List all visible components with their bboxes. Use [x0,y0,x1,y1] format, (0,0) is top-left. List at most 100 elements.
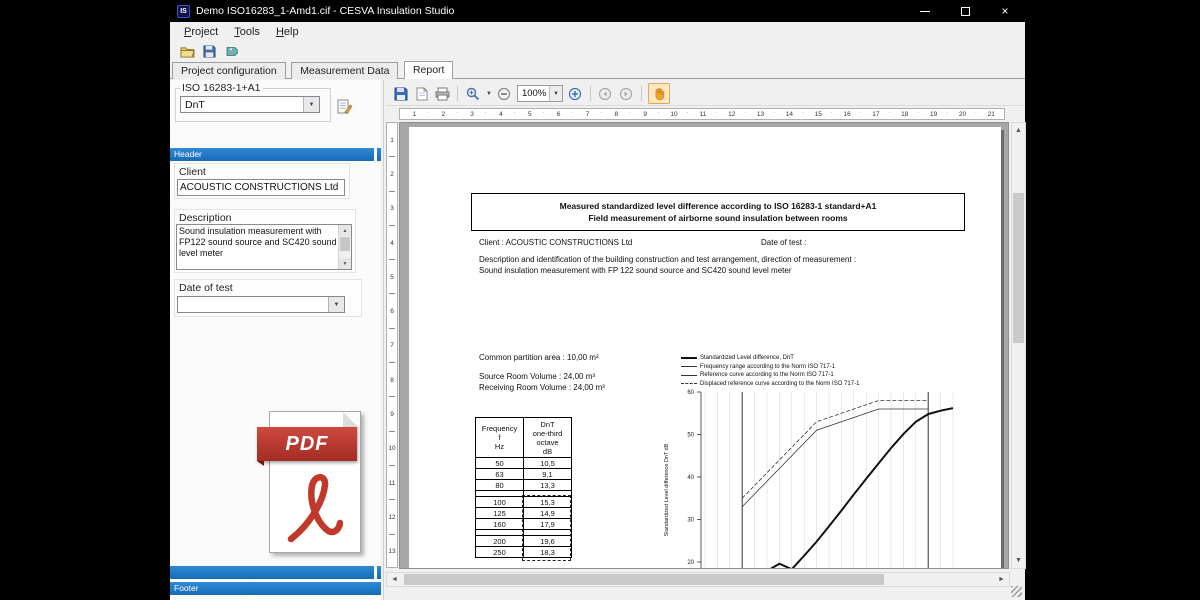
ruler-mark: ·11 [688,109,717,119]
scroll-up-icon[interactable]: ▲ [1012,123,1025,138]
report-description-line1: Description and identification of the bu… [479,255,856,264]
ruler-mark: 2 [387,157,397,191]
nav-back-button[interactable] [597,85,614,102]
magnitude-select[interactable]: DnT ▼ [180,96,320,113]
header-section-bar[interactable]: Header [170,148,374,161]
ruler-mark: ·7 [573,109,602,119]
open-project-button[interactable] [179,44,195,59]
table-header-frequency: Frequency f Hz [476,418,524,458]
header-bar-handle[interactable] [377,148,381,161]
footer-section-bar[interactable]: Footer [170,582,381,595]
export-tag-button[interactable] [223,44,239,59]
ruler-mark: 4 [387,226,397,260]
title-bar[interactable]: IS Demo ISO16283_1-Amd1.cif - CESVA Insu… [170,0,1025,22]
scroll-up-icon[interactable]: ▲ [339,225,351,236]
legend-label: Standardized Level difference, DnT [700,355,794,361]
nav-forward-button[interactable] [618,85,635,102]
zoom-in-icon [568,87,582,101]
report-source-volume: Source Room Volume : 24,00 m³ [479,372,595,381]
close-button[interactable]: × [985,0,1025,22]
preview-viewport[interactable]: Measured standardized level difference a… [399,122,1009,569]
scroll-thumb[interactable] [1013,193,1024,343]
ruler-mark: 9 [387,397,397,431]
description-input[interactable]: Sound insulation measurement with FP122 … [176,224,352,270]
ruler-mark: 10 [387,432,397,466]
ruler-mark: ·18 [890,109,919,119]
app-window: IS Demo ISO16283_1-Amd1.cif - CESVA Insu… [170,0,1025,600]
ruler-mark: ·21 [977,109,1005,119]
legend-item: Frequency range according to the Norm IS… [681,363,859,372]
collapsed-bar-handle[interactable] [377,566,381,579]
minimize-icon [920,11,930,12]
minimize-button[interactable] [905,0,945,22]
svg-text:30: 30 [687,518,694,524]
standard-groupbox: ISO 16283-1+A1 DnT ▼ [175,82,331,122]
report-receiving-volume: Receiving Room Volume : 24,00 m³ [479,383,605,392]
table-row: 5010,5 [476,458,572,469]
print-icon [435,87,450,101]
ruler-mark: 5 [387,260,397,294]
zoom-level-value: 100% [522,88,546,99]
menu-help[interactable]: Help [268,24,307,40]
menu-project[interactable]: Project [176,24,226,40]
save-project-button[interactable] [201,44,217,59]
chart-series [742,401,928,499]
client-input[interactable] [177,179,345,196]
collapsed-section-bar[interactable] [170,566,374,579]
ruler-mark: 11 [387,466,397,500]
footer-section-label: Footer [174,583,199,593]
acrobat-logo-icon [283,469,343,545]
zoom-tool-button[interactable] [464,85,481,102]
zoom-in-button[interactable] [567,85,584,102]
tab-measurement-data[interactable]: Measurement Data [291,62,398,79]
menu-tools[interactable]: Tools [226,24,268,40]
scroll-thumb[interactable] [404,574,884,585]
zoom-out-button[interactable] [496,85,513,102]
print-button[interactable] [434,85,451,102]
report-options-button[interactable] [336,98,354,115]
hand-tool-button[interactable] [648,83,670,104]
chevron-down-icon[interactable]: ▼ [486,91,492,97]
ruler-mark: ·3 [458,109,487,119]
pdf-export-icon[interactable]: PDF [257,397,363,555]
tab-report[interactable]: Report [404,61,454,79]
tab-project-configuration[interactable]: Project configuration [172,62,286,79]
report-sidebar: ISO 16283-1+A1 DnT ▼ Header [170,80,381,600]
edit-report-icon [337,99,353,114]
date-of-test-select[interactable]: ▼ [177,296,345,313]
maximize-button[interactable] [945,0,985,22]
report-title-box: Measured standardized level difference a… [471,193,965,231]
description-scrollbar[interactable]: ▲ ▼ [338,225,351,269]
header-section-label: Header [174,149,202,159]
page-setup-button[interactable] [413,85,430,102]
scroll-right-icon[interactable]: ► [994,573,1009,586]
horizontal-scrollbar[interactable]: ◄ ► [386,572,1010,587]
ruler-mark: 8 [387,363,397,397]
frequency-cell: 200 [476,536,524,547]
zoom-level-select[interactable]: 100% ▼ [517,85,563,102]
ruler-mark: ·15 [804,109,833,119]
window-title: Demo ISO16283_1-Amd1.cif - CESVA Insulat… [196,5,454,17]
dnt-value-cell: 10,5 [524,458,572,469]
save-icon [394,87,408,101]
vertical-scrollbar[interactable]: ▲ ▼ [1011,122,1026,569]
preview-save-button[interactable] [392,85,409,102]
report-page: Measured standardized level difference a… [409,127,1001,569]
ruler-mark: 7 [387,329,397,363]
ruler-vertical: 12345678910111213 [386,122,398,568]
menu-bar: Project Tools Help [170,22,1025,42]
scroll-left-icon[interactable]: ◄ [387,573,402,586]
description-label: Description [179,212,232,224]
resize-grip[interactable] [1011,586,1022,597]
scroll-down-icon[interactable]: ▼ [1012,553,1025,568]
selection-marquee [522,495,571,561]
toolbar-separator [590,86,591,102]
scroll-down-icon[interactable]: ▼ [339,258,351,269]
scroll-thumb[interactable] [340,237,350,251]
zoom-magnifier-icon [466,87,480,101]
report-client-line: Client : ACOUSTIC CONSTRUCTIONS Ltd [479,238,632,247]
frequency-cell: 63 [476,469,524,480]
svg-text:60: 60 [687,390,694,396]
description-text: Sound insulation measurement with FP122 … [179,226,337,259]
legend-label: Frequency range according to the Norm IS… [700,364,835,370]
